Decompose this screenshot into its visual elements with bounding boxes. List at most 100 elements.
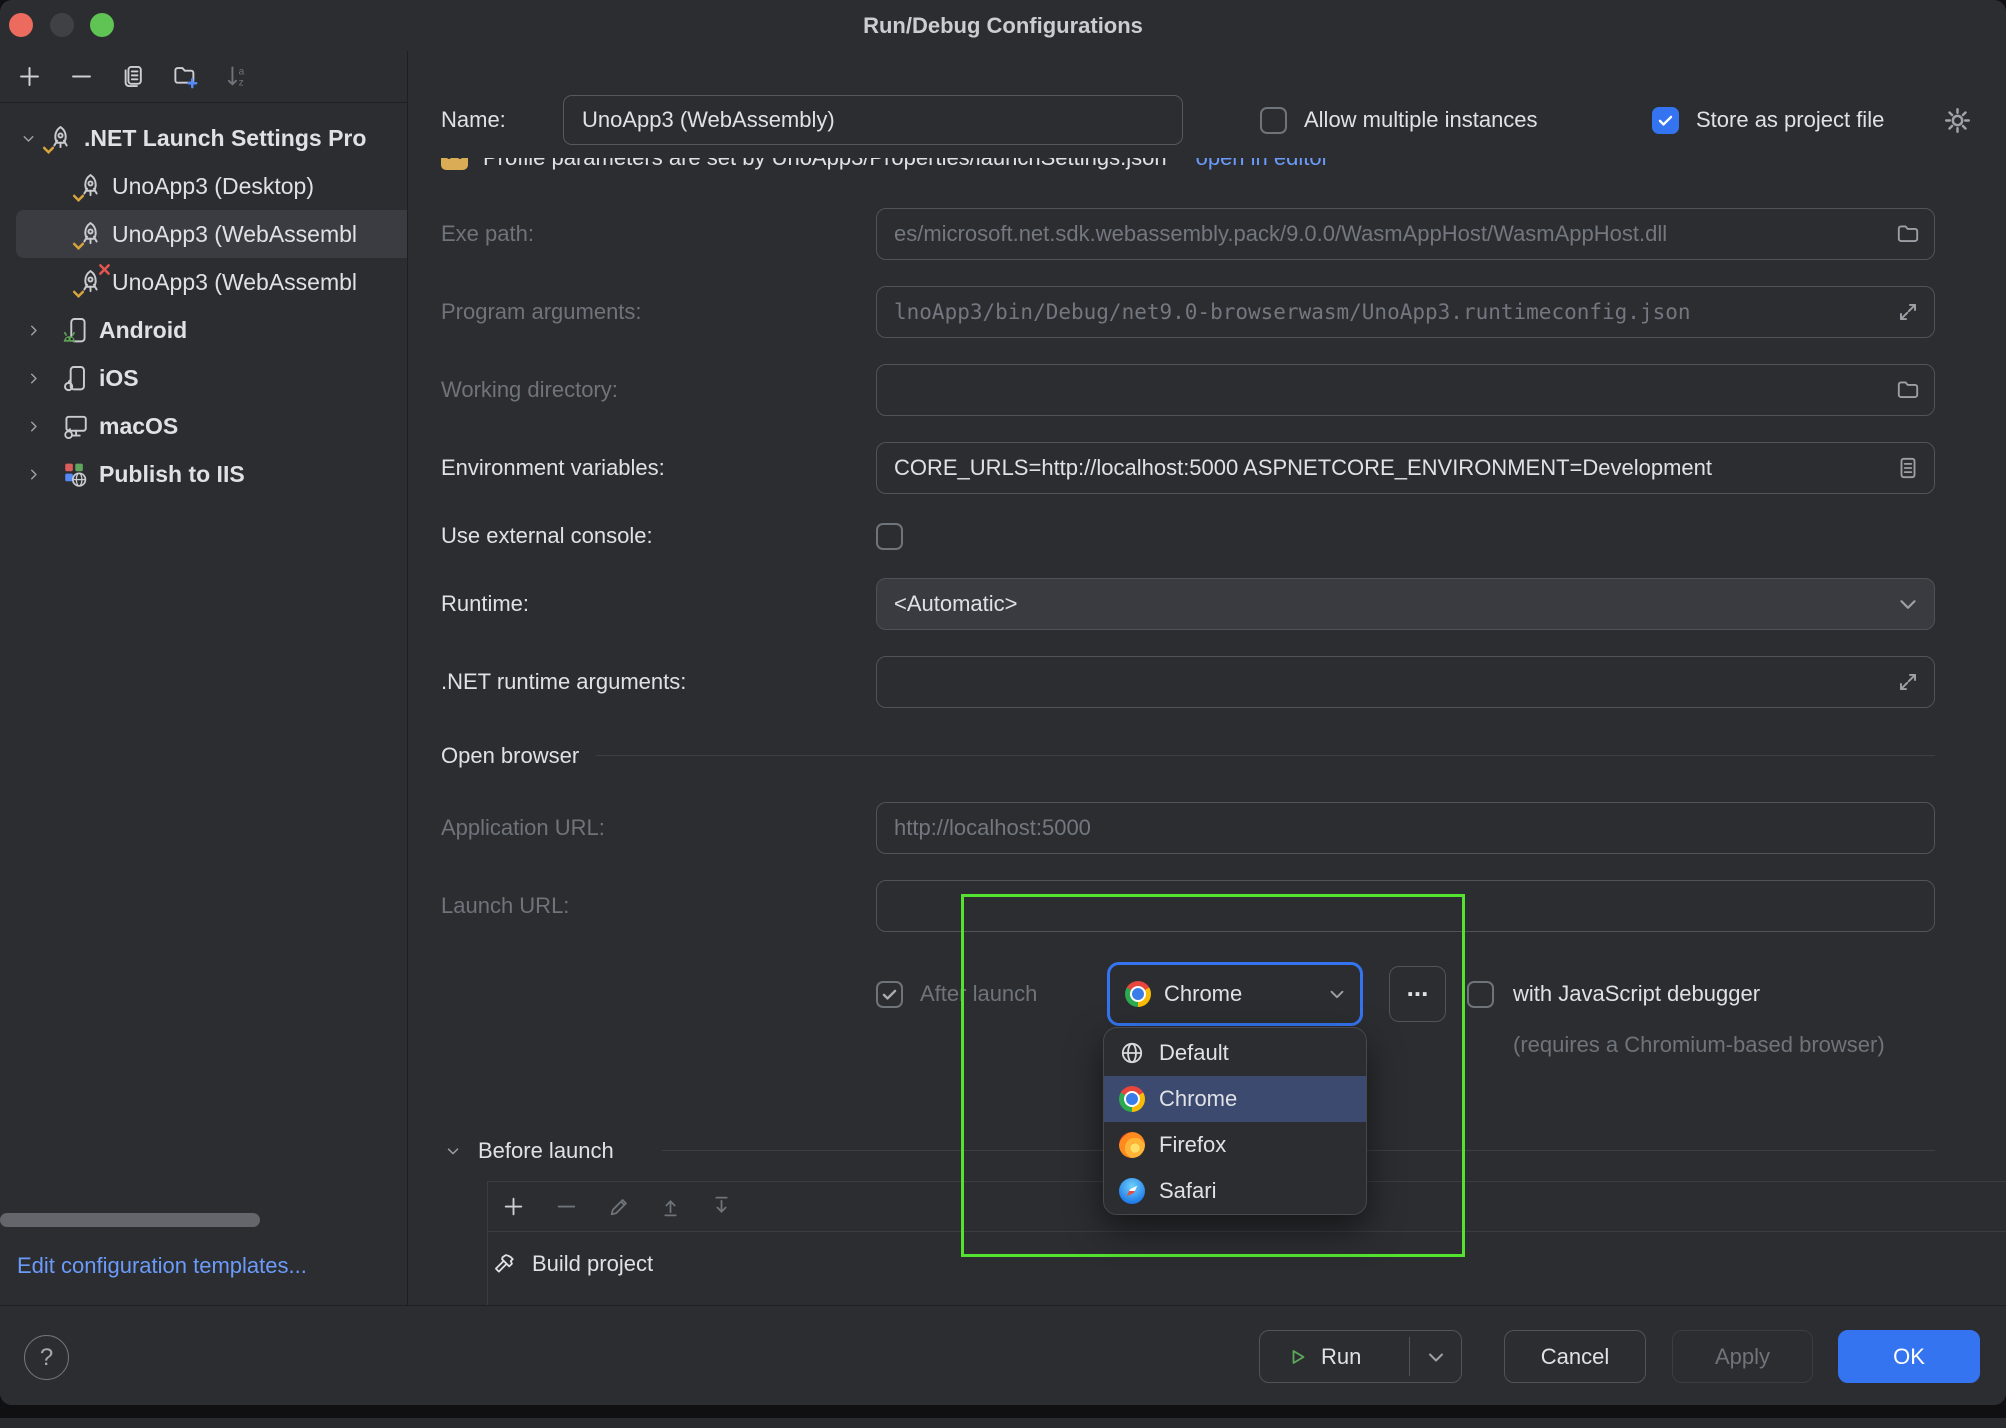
remove-configuration-icon[interactable] — [68, 63, 95, 90]
globe-icon — [1119, 1040, 1145, 1066]
allow-multiple-instances-checkbox[interactable] — [1260, 107, 1287, 134]
dialog-footer: ? Run Cancel Apply OK — [0, 1305, 2006, 1405]
application-url-field[interactable]: http://localhost:5000 — [876, 802, 1935, 854]
chevron-right-icon[interactable] — [25, 322, 42, 339]
application-url-label: Application URL: — [441, 815, 605, 841]
name-input[interactable]: UnoApp3 (WebAssembly) — [563, 95, 1183, 145]
tree-item-ios[interactable]: iOS — [0, 354, 407, 402]
expand-icon[interactable] — [1895, 299, 1921, 325]
remove-task-icon[interactable] — [554, 1194, 579, 1219]
tree-item-unoapp3-desktop[interactable]: UnoApp3 (Desktop) — [0, 162, 407, 210]
tree-item-macos[interactable]: macOS — [0, 402, 407, 450]
tree-item-unoapp3-webassembly-selected[interactable]: UnoApp3 (WebAssembl — [0, 210, 407, 258]
macos-icon — [61, 412, 90, 441]
run-button-divider — [1409, 1337, 1410, 1376]
apply-button[interactable]: Apply — [1672, 1330, 1813, 1383]
firefox-icon — [1119, 1132, 1145, 1158]
chevron-right-icon[interactable] — [25, 466, 42, 483]
open-in-editor-link[interactable]: open in editor — [1196, 158, 1329, 171]
sort-alphabetically-icon[interactable] — [224, 63, 251, 90]
section-divider — [596, 755, 1935, 756]
runtime-select[interactable]: <Automatic> — [876, 578, 1935, 630]
store-as-project-file-label[interactable]: Store as project file — [1696, 107, 1884, 133]
browser-option-label: Firefox — [1159, 1132, 1226, 1158]
tree-item-unoapp3-webassembly-error[interactable]: UnoApp3 (WebAssembl — [0, 258, 407, 306]
browser-option-safari[interactable]: Safari — [1104, 1168, 1366, 1214]
edit-task-icon[interactable] — [607, 1194, 632, 1219]
tree-item-label: .NET Launch Settings Pro — [84, 125, 366, 152]
browse-browsers-button[interactable]: ... — [1389, 966, 1446, 1022]
tree-item-publish-to-iis[interactable]: Publish to IIS — [0, 450, 407, 498]
before-launch-section-title: Before launch — [478, 1138, 614, 1164]
after-launch-checkbox[interactable] — [876, 981, 903, 1008]
table-border — [487, 1181, 488, 1305]
application-url-value: http://localhost:5000 — [894, 815, 1921, 841]
publish-iis-icon — [61, 460, 90, 489]
tree-item-android[interactable]: Android — [0, 306, 407, 354]
chevron-right-icon[interactable] — [25, 418, 42, 435]
browser-select[interactable]: Chrome — [1107, 962, 1363, 1026]
chevron-right-icon[interactable] — [25, 370, 42, 387]
window-title: Run/Debug Configurations — [0, 0, 2006, 51]
use-external-console-checkbox[interactable] — [876, 523, 903, 550]
allow-multiple-instances-label[interactable]: Allow multiple instances — [1304, 107, 1538, 133]
add-task-icon[interactable] — [501, 1194, 526, 1219]
cancel-button[interactable]: Cancel — [1504, 1330, 1646, 1383]
tree-item-dotnet-launch-settings[interactable]: .NET Launch Settings Pro — [0, 114, 407, 162]
help-button[interactable]: ? — [24, 1335, 69, 1380]
program-arguments-field[interactable]: lnoApp3/bin/Debug/net9.0-browserwasm/Uno… — [876, 286, 1935, 338]
browser-option-chrome[interactable]: Chrome — [1104, 1076, 1366, 1122]
gear-icon[interactable] — [1941, 104, 1974, 137]
tree-item-label: iOS — [99, 365, 139, 392]
tree-item-label: UnoApp3 (WebAssembl — [112, 221, 357, 248]
browser-dropdown-popup: Default Chrome Firefox Safari — [1103, 1027, 1367, 1215]
browser-select-value: Chrome — [1164, 981, 1313, 1007]
chevron-down-icon[interactable] — [20, 130, 37, 147]
js-debugger-label[interactable]: with JavaScript debugger — [1513, 981, 1760, 1007]
environment-variables-field[interactable]: CORE_URLS=http://localhost:5000 ASPNETCO… — [876, 442, 1935, 494]
program-arguments-label: Program arguments: — [441, 299, 642, 325]
browser-option-default[interactable]: Default — [1104, 1030, 1366, 1076]
titlebar: Run/Debug Configurations — [0, 0, 2006, 51]
launch-profile-error-icon — [76, 268, 105, 297]
tree-item-label: UnoApp3 (Desktop) — [112, 173, 314, 200]
chevron-down-icon[interactable] — [444, 1142, 462, 1160]
exe-path-field[interactable]: es/microsoft.net.sdk.webassembly.pack/9.… — [876, 208, 1935, 260]
screen: Run/Debug Configurations .NET Launch Set… — [0, 0, 2006, 1428]
move-up-icon[interactable] — [658, 1194, 683, 1219]
runtime-arguments-field[interactable] — [876, 656, 1935, 708]
move-down-icon[interactable] — [709, 1194, 734, 1219]
copy-configuration-icon[interactable] — [120, 63, 147, 90]
run-button[interactable]: Run — [1259, 1330, 1462, 1383]
horizontal-scrollbar-thumb[interactable] — [0, 1213, 260, 1227]
js-debugger-checkbox[interactable] — [1467, 981, 1494, 1008]
launch-profile-icon — [76, 172, 105, 201]
launch-url-label: Launch URL: — [441, 893, 569, 919]
environment-variables-label: Environment variables: — [441, 455, 665, 481]
store-as-project-file-checkbox[interactable] — [1652, 107, 1679, 134]
android-icon — [61, 316, 90, 345]
use-external-console-label: Use external console: — [441, 523, 653, 549]
tree-item-label: Android — [99, 317, 187, 344]
banner-text: Profile parameters are set by UnoApp3/Pr… — [483, 158, 1167, 171]
name-label: Name: — [441, 107, 506, 133]
chrome-icon — [1125, 981, 1151, 1007]
launch-url-field[interactable] — [876, 880, 1935, 932]
folder-icon[interactable] — [1895, 221, 1921, 247]
runtime-value: <Automatic> — [894, 591, 1895, 617]
run-debug-configurations-dialog: Run/Debug Configurations .NET Launch Set… — [0, 0, 2006, 1405]
list-icon[interactable] — [1895, 455, 1921, 481]
ok-button[interactable]: OK — [1838, 1330, 1980, 1383]
launch-settings-icon — [441, 158, 468, 170]
chevron-down-icon[interactable] — [1424, 1345, 1448, 1369]
folder-icon[interactable] — [1895, 377, 1921, 403]
add-configuration-icon[interactable] — [16, 63, 43, 90]
safari-icon — [1119, 1178, 1145, 1204]
edit-configuration-templates-link[interactable]: Edit configuration templates... — [17, 1253, 307, 1279]
launch-profile-icon — [46, 124, 75, 153]
expand-icon[interactable] — [1895, 669, 1921, 695]
new-folder-icon[interactable] — [172, 63, 199, 90]
before-launch-task-build-project[interactable]: Build project — [532, 1251, 653, 1277]
browser-option-firefox[interactable]: Firefox — [1104, 1122, 1366, 1168]
working-directory-field[interactable] — [876, 364, 1935, 416]
